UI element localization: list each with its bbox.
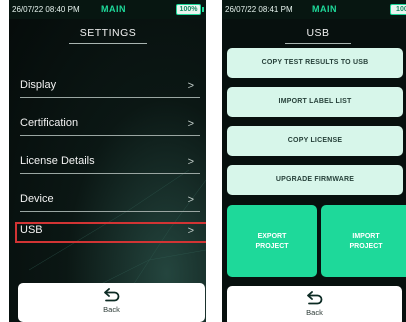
back-label: Back <box>306 308 323 317</box>
import-label-list-button[interactable]: IMPORT LABEL LIST <box>227 87 403 117</box>
chevron-right-icon: > <box>187 118 194 130</box>
menu-item-display[interactable]: Display > <box>20 72 200 98</box>
back-arrow-icon <box>103 288 119 302</box>
back-button[interactable]: Back <box>227 286 402 322</box>
menu-item-license-details[interactable]: License Details > <box>20 148 200 174</box>
status-bar: 26/07/22 08:41 PM MAIN 100% <box>222 0 406 19</box>
usb-screen: 26/07/22 08:41 PM MAIN 100% USB COPY TES… <box>222 0 406 322</box>
menu-item-label: Display <box>20 79 57 91</box>
upgrade-firmware-button[interactable]: UPGRADE FIRMWARE <box>227 165 403 195</box>
export-project-line1: EXPORT <box>257 233 287 240</box>
import-project-line2: PROJECT <box>349 243 383 250</box>
status-time: 26/07/22 08:41 PM <box>225 5 293 14</box>
chevron-right-icon: > <box>187 80 194 92</box>
menu-item-label: Device <box>20 193 54 205</box>
status-mode: MAIN <box>312 4 337 14</box>
chevron-right-icon: > <box>187 194 194 206</box>
menu-item-label: License Details <box>20 155 95 167</box>
import-project-button[interactable]: IMPORT PROJECT <box>321 205 406 277</box>
copy-license-button[interactable]: COPY LICENSE <box>227 126 403 156</box>
back-arrow-icon <box>306 291 322 305</box>
chevron-right-icon: > <box>187 156 194 168</box>
back-label: Back <box>103 305 120 314</box>
battery-indicator: 100% <box>390 4 406 15</box>
menu-item-device[interactable]: Device > <box>20 186 200 212</box>
export-project-button[interactable]: EXPORT PROJECT <box>227 205 317 277</box>
export-project-line2: PROJECT <box>255 243 289 250</box>
menu-item-certification[interactable]: Certification > <box>20 110 200 136</box>
back-button[interactable]: Back <box>18 283 205 322</box>
page-title: USB <box>285 27 351 44</box>
menu-item-label: Certification <box>20 117 79 129</box>
import-project-line1: IMPORT <box>352 233 380 240</box>
settings-screen: 26/07/22 08:40 PM MAIN 100% SETTINGS Dis… <box>9 0 206 322</box>
copy-test-results-button[interactable]: COPY TEST RESULTS TO USB <box>227 48 403 78</box>
usb-highlight-outline <box>15 222 206 243</box>
